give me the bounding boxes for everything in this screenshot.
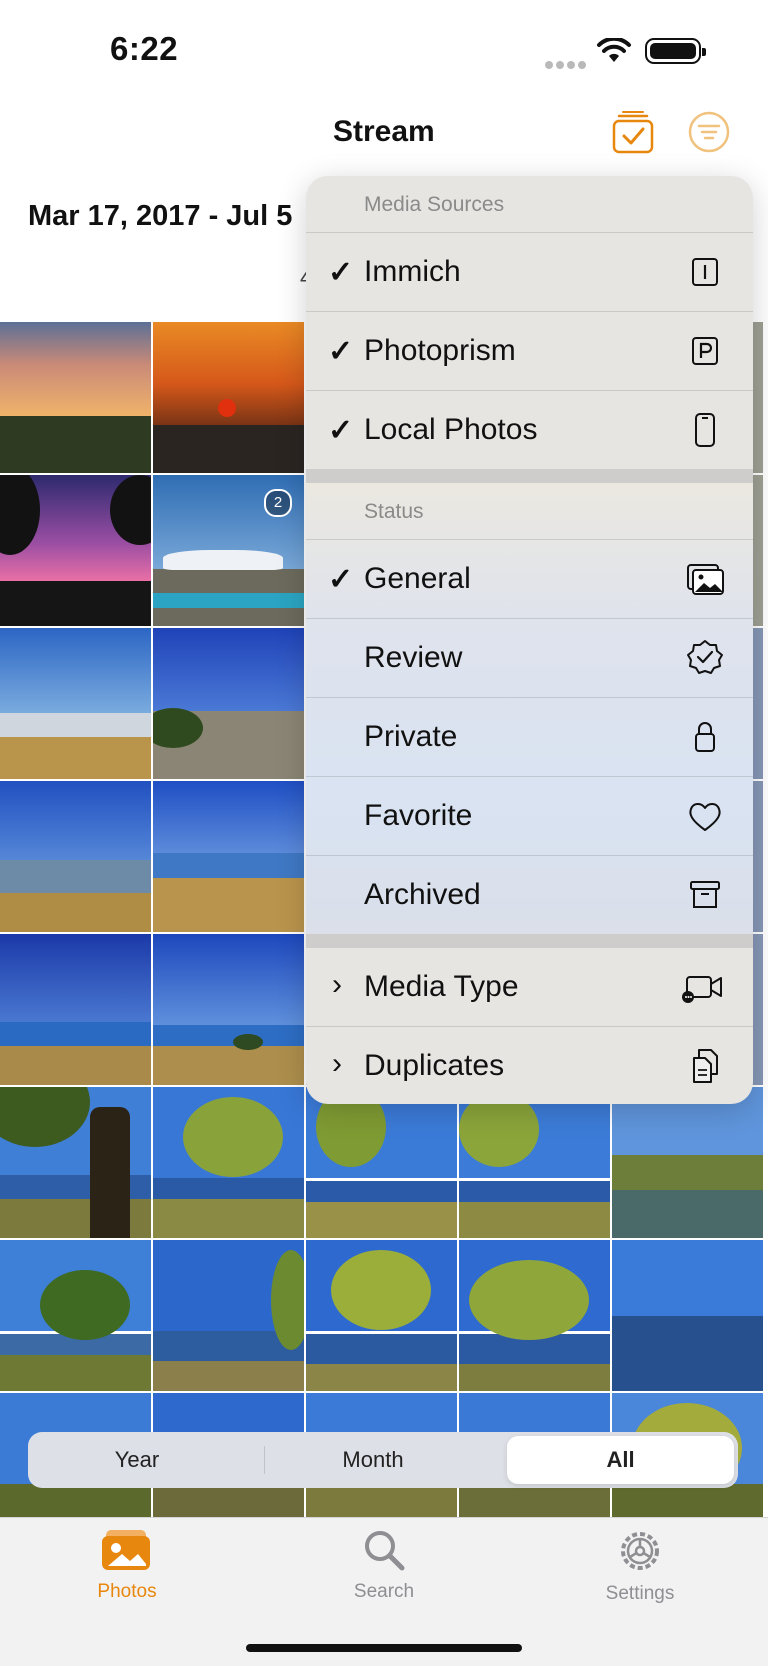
stack-count-badge: 2 <box>264 489 292 517</box>
photo-thumbnail[interactable] <box>153 781 304 932</box>
verified-badge-icon <box>687 640 723 674</box>
menu-item-label: Local Photos <box>364 413 538 446</box>
photo-thumbnail[interactable] <box>0 781 151 932</box>
menu-item-photoprism[interactable]: ✓ Photoprism <box>306 311 753 390</box>
segment-year[interactable]: Year <box>32 1436 242 1484</box>
segment-all[interactable]: All <box>507 1436 734 1484</box>
select-stack-button[interactable] <box>611 110 655 154</box>
photo-thumbnail[interactable] <box>153 1240 304 1391</box>
gear-icon <box>621 1532 659 1570</box>
tab-label: Photos <box>97 1581 157 1602</box>
menu-item-local-photos[interactable]: ✓ Local Photos <box>306 390 753 469</box>
photoprism-letter-p-icon <box>692 337 718 365</box>
battery-icon <box>645 38 706 64</box>
date-range-label: Mar 17, 2017 - Jul 5 <box>28 200 293 232</box>
video-camera-icon <box>682 976 722 1003</box>
photo-thumbnail[interactable] <box>0 628 151 779</box>
photo-thumbnail[interactable] <box>0 934 151 1085</box>
immich-letter-i-icon <box>692 258 718 286</box>
photo-thumbnail[interactable] <box>0 322 151 473</box>
segment-month[interactable]: Month <box>268 1436 478 1484</box>
chevron-right-icon: › <box>332 968 342 1001</box>
documents-copy-icon <box>693 1049 718 1083</box>
tab-search[interactable]: Search <box>304 1528 464 1603</box>
photo-thumbnail[interactable] <box>612 1240 763 1391</box>
tab-label: Settings <box>605 1583 675 1604</box>
page-title: Stream <box>333 115 435 148</box>
filter-menu-button[interactable] <box>687 110 731 154</box>
heart-icon <box>689 803 721 831</box>
menu-item-media-type[interactable]: › Media Type <box>306 948 753 1026</box>
photo-thumbnail[interactable] <box>306 1087 457 1238</box>
menu-item-label: Duplicates <box>364 1049 505 1082</box>
cellular-signal-icon <box>545 56 589 74</box>
menu-item-private[interactable]: Private <box>306 697 753 776</box>
wifi-icon <box>597 38 631 62</box>
photo-thumbnail[interactable] <box>0 475 151 626</box>
menu-item-label: Photoprism <box>364 334 516 367</box>
menu-item-label: Archived <box>364 878 481 911</box>
archive-box-icon <box>690 881 720 908</box>
photo-thumbnail[interactable]: 2 <box>153 475 304 626</box>
menu-separator <box>306 934 753 948</box>
tab-label: Search <box>353 1581 415 1602</box>
photo-thumbnail[interactable] <box>153 628 304 779</box>
photo-thumbnail[interactable] <box>459 1087 610 1238</box>
photo-thumbnail[interactable] <box>153 934 304 1085</box>
menu-item-label: Private <box>364 720 458 753</box>
photo-thumbnail[interactable] <box>612 1087 763 1238</box>
home-indicator[interactable] <box>246 1644 522 1652</box>
menu-item-label: Favorite <box>364 799 473 832</box>
menu-item-favorite[interactable]: Favorite <box>306 776 753 855</box>
tab-photos[interactable]: Photos <box>47 1528 207 1603</box>
segment-divider <box>264 1446 265 1474</box>
chevron-right-icon: › <box>332 1047 342 1080</box>
magnifier-icon <box>365 1531 405 1571</box>
photo-thumbnail[interactable] <box>0 1087 151 1238</box>
media-sources-heading: Media Sources <box>364 193 505 216</box>
status-section: Status ✓ General Review Private Favorite… <box>306 483 753 934</box>
menu-item-label: Media Type <box>364 970 519 1003</box>
clock: 6:22 <box>110 30 179 67</box>
tab-settings[interactable]: Settings <box>560 1528 720 1605</box>
checkmark-icon: ✓ <box>328 335 354 368</box>
photo-thumbnail[interactable] <box>459 1240 610 1391</box>
menu-separator <box>306 469 753 483</box>
checkmark-icon: ✓ <box>328 256 354 289</box>
photo-thumbnail[interactable] <box>153 322 304 473</box>
menu-item-label: General <box>364 562 471 595</box>
phone-icon <box>695 413 715 447</box>
zoom-segmented-control: Year Month All <box>28 1432 738 1488</box>
menu-item-immich[interactable]: ✓ Immich <box>306 232 753 311</box>
photos-icon <box>102 1530 150 1570</box>
photo-thumbnail[interactable] <box>153 1087 304 1238</box>
filter-menu: Media Sources ✓ Immich ✓ Photoprism ✓ Lo… <box>306 176 753 1104</box>
photo-thumbnail[interactable] <box>0 1240 151 1391</box>
photo-thumbnail[interactable] <box>306 1240 457 1391</box>
photos-icon <box>687 564 724 595</box>
menu-item-label: Review <box>364 641 463 674</box>
status-bar: 6:22 <box>0 0 768 100</box>
menu-item-review[interactable]: Review <box>306 618 753 697</box>
menu-item-archived[interactable]: Archived <box>306 855 753 934</box>
menu-item-duplicates[interactable]: › Duplicates <box>306 1026 753 1104</box>
status-heading: Status <box>364 500 424 523</box>
lock-icon <box>695 722 715 752</box>
menu-item-general[interactable]: ✓ General <box>306 539 753 618</box>
menu-item-label: Immich <box>364 255 461 288</box>
checkmark-icon: ✓ <box>328 414 354 447</box>
checkmark-icon: ✓ <box>328 563 354 596</box>
